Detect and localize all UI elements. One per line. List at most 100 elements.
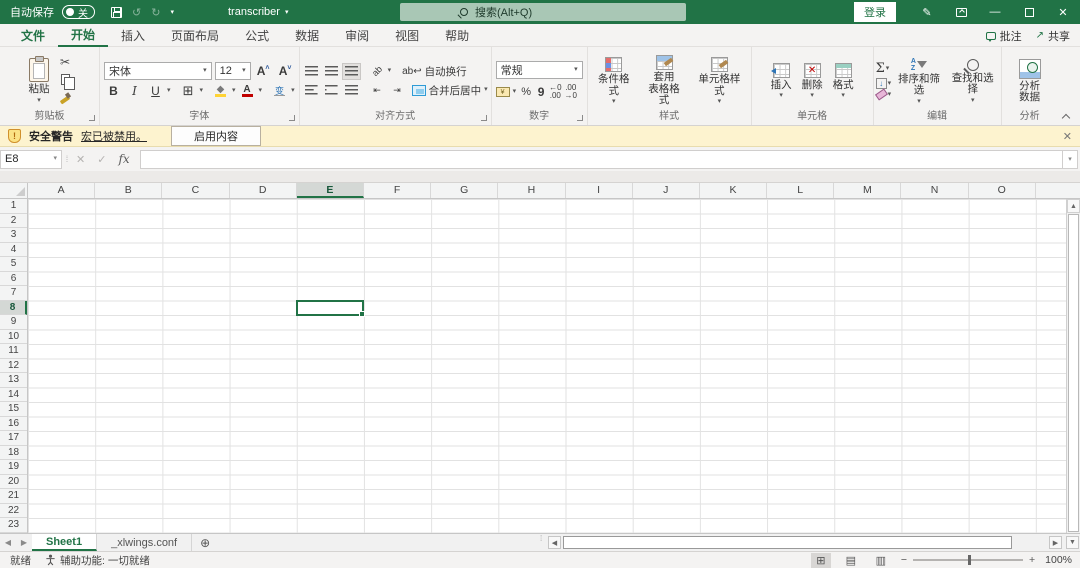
orientation-button[interactable]: ab [368, 63, 387, 80]
zoom-in-icon[interactable]: + [1029, 554, 1035, 566]
column-header-C[interactable]: C [162, 183, 230, 198]
column-header-L[interactable]: L [767, 183, 835, 198]
vertical-scrollbar[interactable]: ▲ [1066, 199, 1080, 533]
align-top-button[interactable] [302, 63, 321, 80]
tab-文件[interactable]: 文件 [8, 24, 58, 47]
decrease-font-button[interactable]: A˅ [276, 62, 295, 79]
tab-公式[interactable]: 公式 [232, 24, 282, 47]
autosave-toggle[interactable]: 关 [62, 5, 95, 20]
row-header-1[interactable]: 1 [0, 199, 27, 214]
row-header-23[interactable]: 23 [0, 518, 27, 533]
page-layout-view-icon[interactable]: ▤ [841, 553, 861, 568]
font-color-dropdown-icon[interactable]: ▾ [259, 87, 263, 94]
bold-button[interactable]: B [104, 83, 123, 100]
align-middle-button[interactable] [322, 63, 341, 80]
find-select-button[interactable]: 查找和选择 ▾ [947, 56, 999, 104]
decrease-decimal-button[interactable]: .00 →0 [565, 83, 577, 100]
borders-dropdown-icon[interactable]: ▾ [200, 87, 204, 94]
new-sheet-button[interactable]: ⊕ [192, 534, 218, 551]
row-header-7[interactable]: 7 [0, 286, 27, 301]
formula-input[interactable] [139, 149, 1062, 169]
increase-indent-button[interactable]: ⇥ [388, 82, 407, 99]
column-header-O[interactable]: O [969, 183, 1036, 198]
zoom-slider[interactable]: − + [901, 554, 1035, 566]
insert-function-icon[interactable]: fx [118, 152, 129, 166]
cancel-icon[interactable]: ✕ [76, 153, 85, 166]
percent-style-button[interactable]: % [519, 83, 533, 100]
comma-style-button[interactable]: 9 [536, 83, 546, 100]
sheet-tab-_xlwings.conf[interactable]: _xlwings.conf [97, 534, 193, 551]
tab-split-grip[interactable]: ⁞ [540, 535, 542, 543]
cells-area[interactable] [28, 199, 1080, 533]
row-header-14[interactable]: 14 [0, 388, 27, 402]
column-header-H[interactable]: H [498, 183, 566, 198]
name-box[interactable]: E8 ▾ [0, 149, 62, 169]
horizontal-scrollbar[interactable]: ◀ ▶ [548, 536, 1062, 549]
vertical-scroll-thumb[interactable] [1068, 214, 1079, 532]
page-break-view-icon[interactable]: ▥ [871, 553, 891, 568]
search-box[interactable]: 搜索(Alt+Q) [400, 3, 686, 21]
active-cell[interactable] [295, 299, 366, 317]
collapse-ribbon-icon[interactable] [1061, 112, 1070, 121]
font-color-button[interactable]: A [238, 83, 257, 100]
column-header-G[interactable]: G [431, 183, 499, 198]
share-button[interactable]: ↗ 共享 [1036, 28, 1070, 44]
undo-icon[interactable]: ↺ [132, 6, 141, 19]
font-dialog-launcher[interactable] [288, 115, 295, 121]
select-all-corner[interactable] [0, 183, 28, 198]
font-family-select[interactable]: 宋体 ▾ [104, 61, 212, 80]
pen-icon[interactable]: ✎ [910, 0, 944, 24]
align-left-button[interactable] [302, 82, 321, 99]
enable-content-button[interactable]: 启用内容 [171, 126, 261, 146]
redo-icon[interactable]: ↻ [151, 6, 160, 19]
borders-button[interactable]: ⊞ [179, 83, 198, 100]
row-header-11[interactable]: 11 [0, 344, 27, 359]
row-header-20[interactable]: 20 [0, 475, 27, 489]
enter-icon[interactable]: ✓ [97, 153, 106, 166]
alignment-dialog-launcher[interactable] [480, 115, 487, 121]
accessibility-status[interactable]: 辅助功能: 一切就绪 [45, 553, 150, 568]
row-header-8[interactable]: 8 [0, 300, 27, 315]
conditional-formatting-button[interactable]: 条件格式 ▾ [590, 54, 638, 105]
zoom-level[interactable]: 100% [1045, 554, 1072, 566]
document-title[interactable]: transcriber ▾ [228, 0, 288, 24]
phonetic-dropdown-icon[interactable]: ▾ [291, 87, 295, 94]
tab-帮助[interactable]: 帮助 [432, 24, 482, 47]
row-header-10[interactable]: 10 [0, 330, 27, 344]
align-center-button[interactable] [322, 82, 341, 99]
row-header-2[interactable]: 2 [0, 214, 27, 228]
row-header-5[interactable]: 5 [0, 257, 27, 272]
number-format-select[interactable]: 常规 ▾ [495, 61, 583, 79]
clear-button[interactable]: ▾ [874, 88, 891, 101]
macros-disabled-text[interactable]: 宏已被禁用。 [81, 128, 147, 144]
column-header-I[interactable]: I [566, 183, 633, 198]
fill-color-dropdown-icon[interactable]: ▾ [232, 87, 236, 94]
row-header-18[interactable]: 18 [0, 446, 27, 460]
font-size-select[interactable]: 12 ▾ [214, 61, 251, 80]
orientation-dropdown-icon[interactable]: ▾ [388, 67, 392, 74]
tab-页面布局[interactable]: 页面布局 [158, 24, 232, 47]
scroll-up-icon[interactable]: ▲ [1067, 199, 1080, 213]
scroll-down-icon[interactable]: ▼ [1066, 536, 1079, 549]
tab-视图[interactable]: 视图 [382, 24, 432, 47]
fill-color-button[interactable]: ◆ [211, 83, 230, 100]
column-header-B[interactable]: B [95, 183, 163, 198]
paste-button[interactable]: 粘贴 ▾ [25, 55, 54, 104]
row-header-9[interactable]: 9 [0, 315, 27, 330]
row-header-12[interactable]: 12 [0, 359, 27, 373]
increase-decimal-button[interactable]: ←0.00 [549, 83, 561, 100]
scroll-left-icon[interactable]: ◀ [548, 536, 561, 549]
column-header-E[interactable]: E [296, 183, 364, 198]
column-header-A[interactable]: A [28, 183, 96, 198]
underline-dropdown-icon[interactable]: ▾ [167, 87, 171, 94]
sheet-nav-left-icon[interactable]: ◀ [0, 534, 16, 551]
row-header-15[interactable]: 15 [0, 402, 27, 417]
maximize-button[interactable] [1012, 0, 1046, 24]
normal-view-icon[interactable]: ⊞ [810, 552, 831, 568]
insert-cells-button[interactable]: 插入 ▾ [767, 60, 796, 99]
column-header-M[interactable]: M [834, 183, 902, 198]
format-as-table-button[interactable]: 套用 表格格式 [640, 52, 688, 107]
increase-font-button[interactable]: A˄ [254, 62, 273, 79]
comments-button[interactable]: 批注 [985, 28, 1022, 44]
tab-插入[interactable]: 插入 [108, 24, 158, 47]
